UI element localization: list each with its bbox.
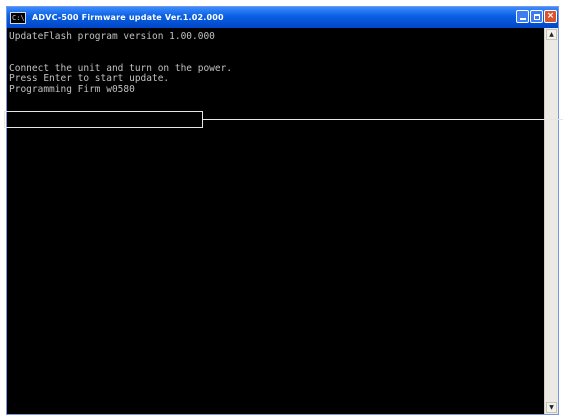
close-button[interactable]: ×: [544, 10, 557, 23]
console-line-blank-1: [9, 43, 544, 54]
console-line-press-enter: Press Enter to start update.: [9, 73, 170, 84]
scroll-down-button[interactable]: ▼: [546, 402, 557, 413]
console-output[interactable]: UpdateFlash program version 1.00.000 Con…: [7, 28, 544, 414]
console-window: C:\ ADVC-500 Firmware update Ver.1.02.00…: [6, 6, 559, 415]
window-title: ADVC-500 Firmware update Ver.1.02.000: [32, 13, 224, 22]
scroll-up-icon: ▲: [549, 30, 554, 38]
scroll-up-button[interactable]: ▲: [546, 29, 557, 40]
maximize-icon: [533, 13, 540, 20]
window-controls: ×: [516, 10, 557, 23]
close-icon: ×: [546, 11, 555, 21]
console-app-icon[interactable]: C:\: [10, 11, 26, 24]
scroll-down-icon: ▼: [549, 403, 554, 411]
console-line-programming: Programming Firm w0580: [9, 83, 135, 95]
vertical-scrollbar[interactable]: ▲ ▼: [544, 28, 558, 414]
console-line-blank-2: [9, 53, 544, 64]
title-bar[interactable]: C:\ ADVC-500 Firmware update Ver.1.02.00…: [7, 7, 558, 28]
maximize-button[interactable]: [530, 10, 543, 23]
minimize-icon: [519, 18, 526, 20]
minimize-button[interactable]: [516, 10, 529, 23]
console-line-version: UpdateFlash program version 1.00.000: [9, 31, 215, 42]
